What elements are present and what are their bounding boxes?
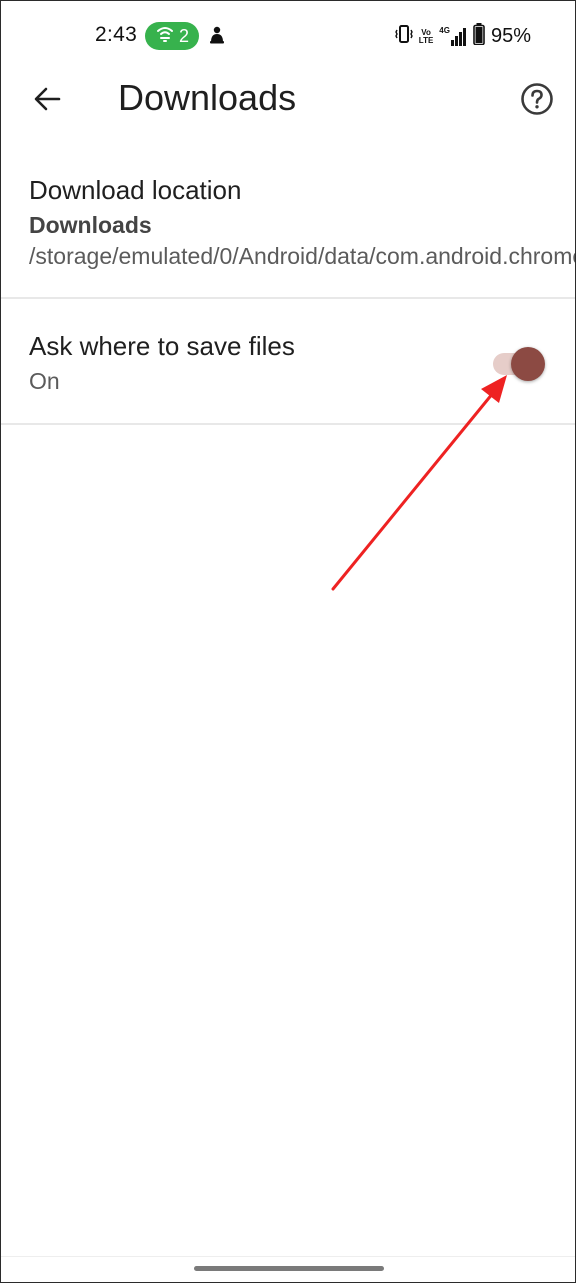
battery-icon xyxy=(473,23,485,50)
download-folder-name: Downloads xyxy=(29,212,152,238)
vibrate-icon xyxy=(394,24,413,49)
notification-icon xyxy=(208,25,226,50)
status-bar: 2:43 2 Vo LTE 4G 95% xyxy=(1,1,575,71)
toggle-thumb xyxy=(511,347,545,381)
divider xyxy=(1,423,575,425)
app-window: 2:43 2 Vo LTE 4G 95% Downloads Download … xyxy=(0,0,576,1283)
battery-percent: 95% xyxy=(490,25,531,47)
hotspot-badge: 2 xyxy=(145,22,199,50)
signal-icon: 4G xyxy=(439,26,467,47)
download-location-setting[interactable]: Download location Downloads /storage/emu… xyxy=(1,159,575,299)
help-button[interactable] xyxy=(517,81,557,121)
app-toolbar: Downloads xyxy=(1,71,575,129)
ask-where-toggle[interactable] xyxy=(491,347,547,381)
page-title: Downloads xyxy=(118,77,297,118)
download-location-title: Download location xyxy=(29,175,242,205)
nav-bar-divider xyxy=(1,1256,575,1257)
help-icon xyxy=(520,82,554,121)
status-indicators: Vo LTE 4G 95% xyxy=(394,23,531,50)
download-path: /storage/emulated/0/Android/data/com.and… xyxy=(29,243,575,269)
gesture-nav-handle[interactable] xyxy=(194,1266,384,1271)
status-time: 2:43 xyxy=(95,23,138,46)
wifi-hotspot-icon xyxy=(155,24,175,49)
hotspot-count: 2 xyxy=(178,25,189,46)
volte-icon: Vo LTE xyxy=(418,27,434,45)
ask-where-summary: On xyxy=(29,368,60,394)
back-button[interactable] xyxy=(27,81,67,121)
ask-where-to-save-setting[interactable]: Ask where to save files On xyxy=(1,299,575,425)
arrow-back-icon xyxy=(32,84,62,119)
download-location-summary: Downloads /storage/emulated/0/Android/da… xyxy=(29,210,575,272)
